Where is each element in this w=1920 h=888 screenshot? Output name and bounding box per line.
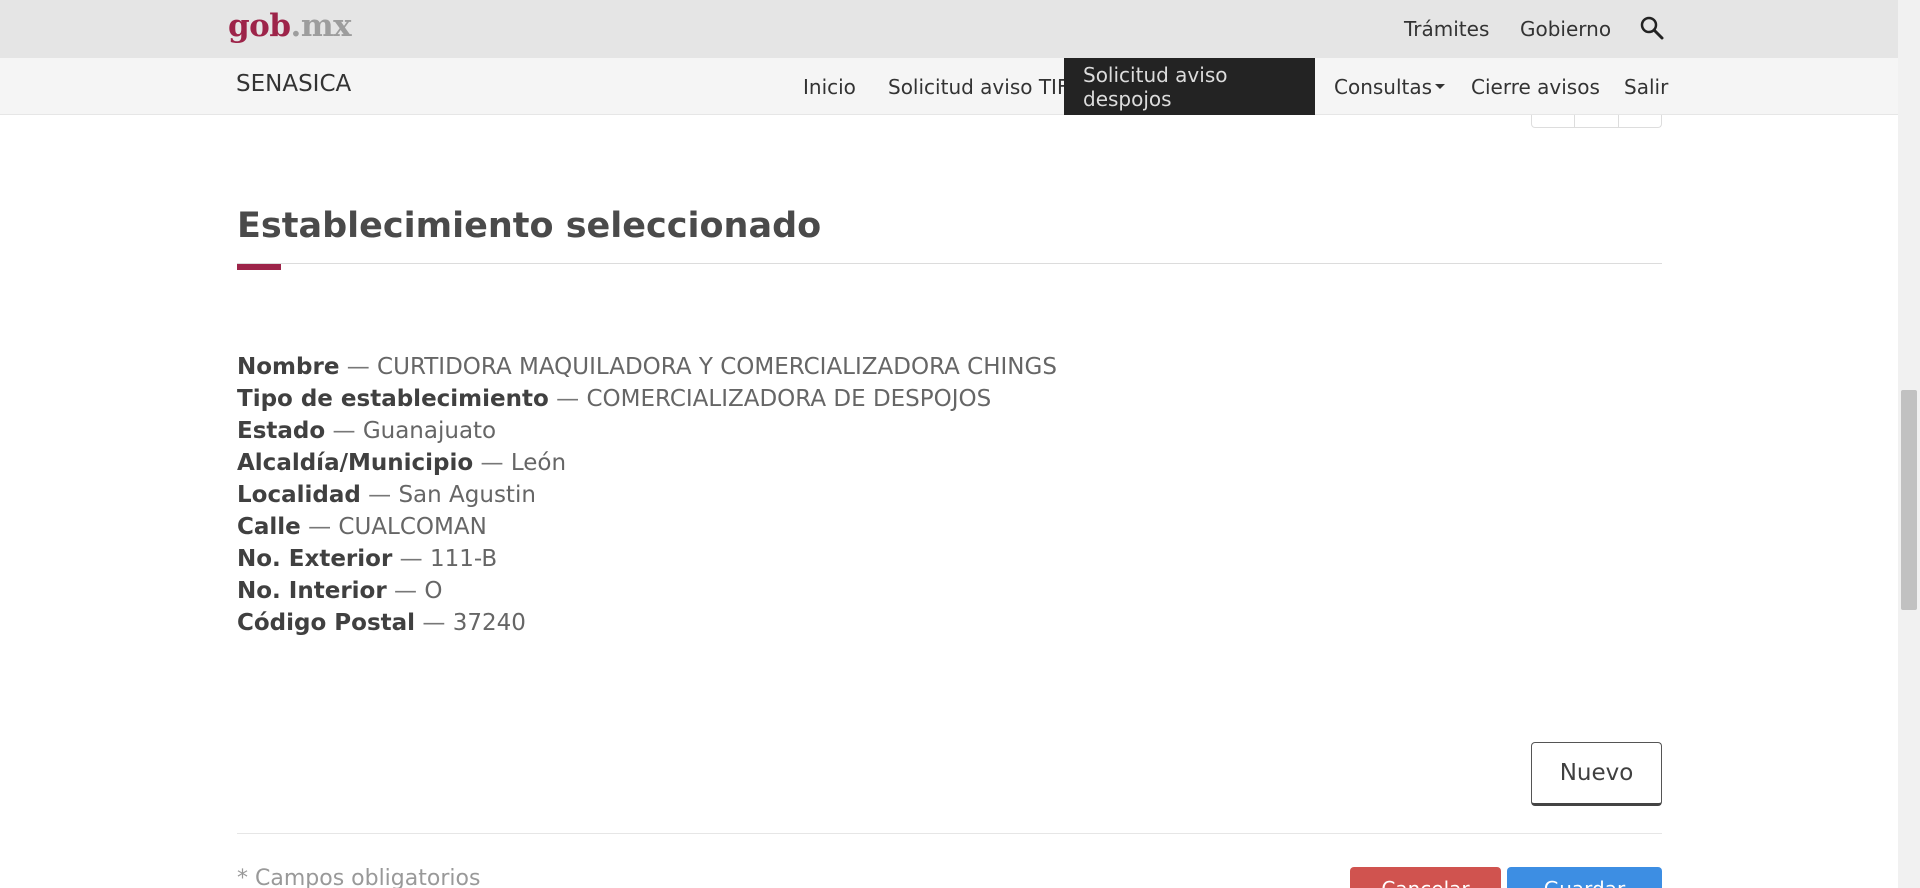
detail-value: COMERCIALIZADORA DE DESPOJOS	[586, 386, 992, 412]
detail-label: Alcaldía/Municipio	[237, 450, 474, 476]
detail-label: Código Postal	[237, 610, 416, 636]
logo-gob: gob	[228, 8, 291, 44]
nav-item-cierre-avisos[interactable]: Cierre avisos	[1452, 58, 1619, 115]
detail-value: Guanajuato	[362, 418, 497, 444]
nav-item-consultas[interactable]: Consultas	[1315, 58, 1464, 115]
detail-label: Estado	[237, 418, 326, 444]
nav-item-solicitud-aviso-tif-label: Solicitud aviso TIF	[888, 74, 1069, 99]
chevron-down-icon	[1435, 84, 1446, 89]
detail-row-codigo-postal: Código Postal — 37240	[237, 607, 1057, 639]
detail-label: No. Exterior	[237, 546, 393, 572]
gob-header: gob.mx Trámites Gobierno	[0, 0, 1898, 58]
detail-separator: —	[399, 546, 423, 572]
detail-separator: —	[368, 482, 392, 508]
detail-label: Tipo de establecimiento	[237, 386, 549, 412]
detail-separator: —	[556, 386, 580, 412]
detail-separator: —	[480, 450, 504, 476]
main-navbar: SENASICA Inicio Solicitud aviso TIF Soli…	[0, 58, 1898, 115]
search-icon[interactable]	[1639, 15, 1665, 41]
save-button[interactable]: Guardar	[1507, 867, 1662, 888]
detail-row-localidad: Localidad — San Agustin	[237, 479, 1057, 511]
top-link-gobierno-label[interactable]: Gobierno	[1520, 17, 1611, 41]
detail-label: Calle	[237, 514, 301, 540]
required-fields-note: * Campos obligatorios	[237, 866, 481, 888]
scrollbar-thumb[interactable]	[1901, 390, 1917, 610]
detail-value: San Agustin	[398, 482, 536, 508]
detail-separator: —	[308, 514, 332, 540]
top-link-gobierno[interactable]: Gobierno	[1520, 0, 1611, 58]
nav-item-solicitud-aviso-tif[interactable]: Solicitud aviso TIF	[869, 58, 1087, 115]
pager-cell[interactable]	[1575, 115, 1619, 127]
establishment-details: Nombre — CURTIDORA MAQUILADORA Y COMERCI…	[237, 351, 1057, 639]
detail-separator: —	[346, 354, 370, 380]
detail-separator: —	[332, 418, 356, 444]
detail-label: No. Interior	[237, 578, 387, 604]
logo-dot: .	[290, 8, 302, 44]
pager-cell[interactable]	[1532, 115, 1576, 127]
brand-senasica[interactable]: SENASICA	[236, 71, 351, 97]
nuevo-button[interactable]: Nuevo	[1531, 742, 1662, 806]
nav-item-salir[interactable]: Salir	[1605, 58, 1668, 115]
nav-item-inicio[interactable]: Inicio	[784, 58, 875, 115]
top-link-tramites[interactable]: Trámites	[1404, 0, 1489, 58]
detail-row-no-interior: No. Interior — O	[237, 575, 1057, 607]
cancel-button[interactable]: Cancelar	[1350, 867, 1501, 888]
detail-value: 37240	[452, 610, 526, 636]
detail-row-tipo: Tipo de establecimiento — COMERCIALIZADO…	[237, 383, 1057, 415]
detail-label: Nombre	[237, 354, 340, 380]
detail-value: O	[424, 578, 443, 604]
detail-separator: —	[394, 578, 418, 604]
title-divider	[237, 263, 1662, 264]
nav-item-solicitud-aviso-despojos[interactable]: Solicitud aviso despojos	[1064, 58, 1315, 115]
title-accent-bar	[237, 264, 281, 270]
detail-value: CURTIDORA MAQUILADORA Y COMERCIALIZADORA…	[377, 354, 1057, 380]
section-title: Establecimiento seleccionado	[237, 206, 822, 246]
detail-row-municipio: Alcaldía/Municipio — León	[237, 447, 1057, 479]
form-divider	[237, 833, 1662, 834]
detail-value: 111-B	[429, 546, 498, 572]
detail-label: Localidad	[237, 482, 361, 508]
logo-mx: mx	[300, 8, 352, 44]
detail-row-nombre: Nombre — CURTIDORA MAQUILADORA Y COMERCI…	[237, 351, 1057, 383]
nav-item-inicio-label: Inicio	[803, 74, 856, 99]
detail-separator: —	[422, 610, 446, 636]
nav-item-solicitud-aviso-despojos-label: Solicitud aviso despojos	[1083, 62, 1228, 111]
detail-row-calle: Calle — CUALCOMAN	[237, 511, 1057, 543]
nav-item-cierre-avisos-label: Cierre avisos	[1471, 74, 1600, 99]
gob-mx-logo[interactable]: gob.mx	[228, 8, 352, 44]
detail-row-estado: Estado — Guanajuato	[237, 415, 1057, 447]
nav-item-salir-label: Salir	[1624, 74, 1669, 99]
nav-item-consultas-label: Consultas	[1334, 74, 1433, 99]
pager-cell[interactable]	[1619, 115, 1661, 127]
detail-value: León	[510, 450, 567, 476]
top-link-tramites-label[interactable]: Trámites	[1404, 17, 1489, 41]
detail-value: CUALCOMAN	[338, 514, 487, 540]
vertical-scrollbar[interactable]	[1898, 0, 1920, 888]
detail-row-no-exterior: No. Exterior — 111-B	[237, 543, 1057, 575]
pagination-remnant	[1531, 115, 1662, 128]
